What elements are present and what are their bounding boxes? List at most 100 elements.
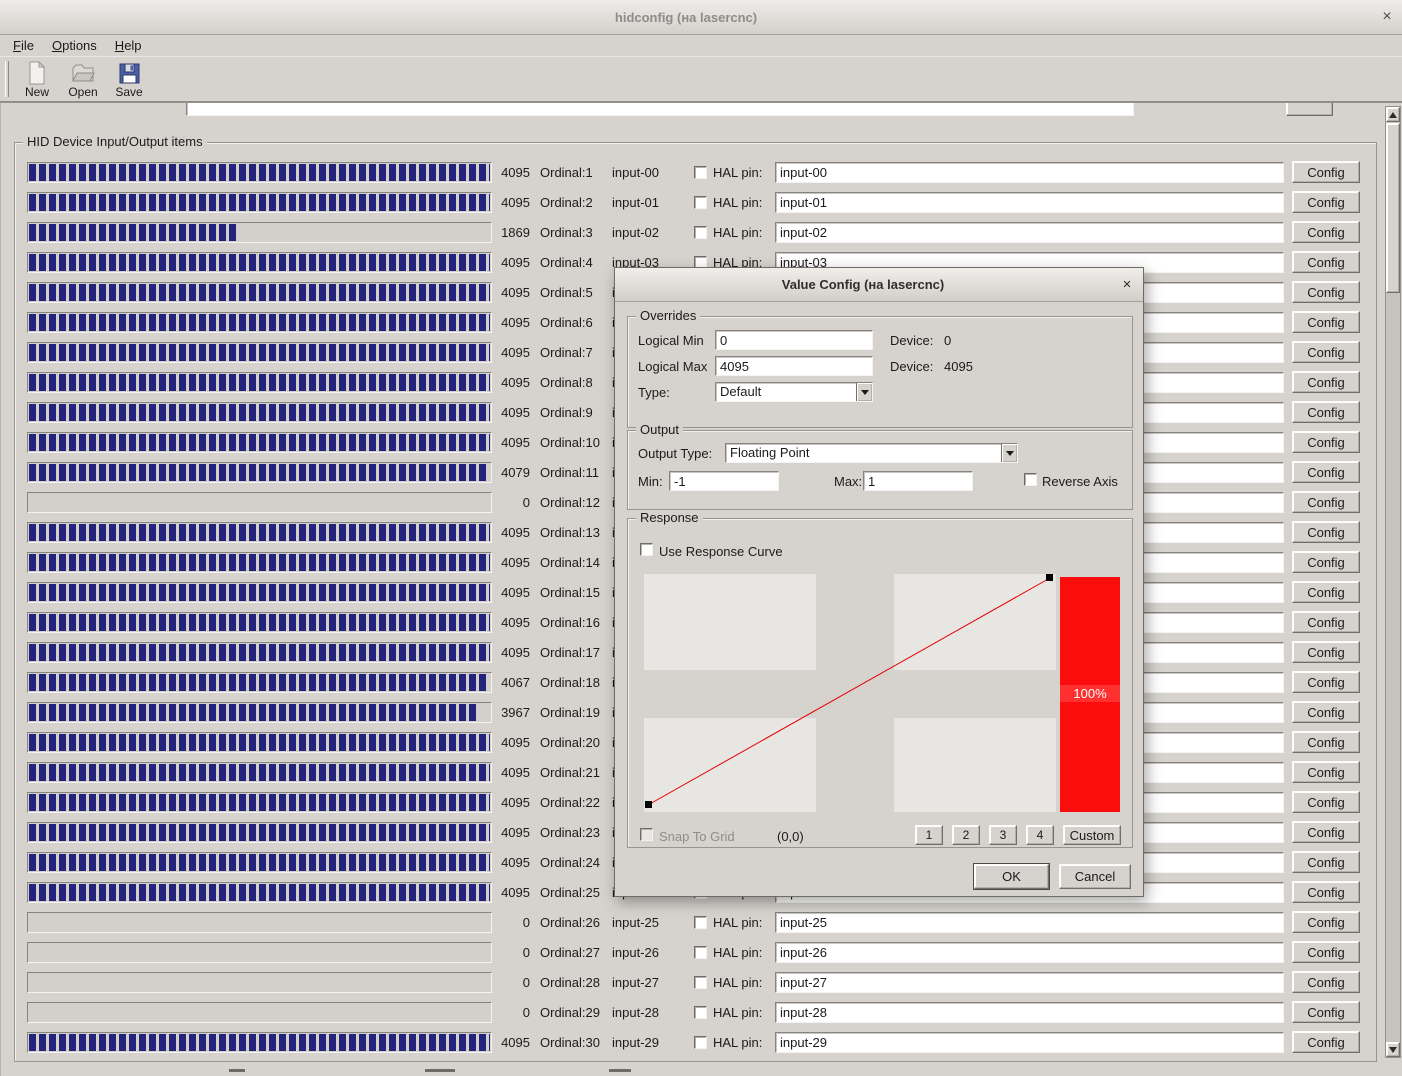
toolbar-button-save[interactable]: Save xyxy=(106,58,152,100)
config-button[interactable]: Config xyxy=(1292,431,1360,453)
row-value: 4095 xyxy=(501,434,530,450)
config-button[interactable]: Config xyxy=(1292,821,1360,843)
logical-min-input[interactable] xyxy=(715,330,873,350)
row-value: 4095 xyxy=(501,254,530,270)
config-button[interactable]: Config xyxy=(1292,341,1360,363)
config-button[interactable]: Config xyxy=(1292,911,1360,933)
down-arrow-icon xyxy=(1389,1046,1397,1053)
hal-pin-checkbox[interactable] xyxy=(694,1035,707,1049)
new-document-icon xyxy=(28,60,46,86)
value-bar-fill xyxy=(29,673,487,691)
response-frame-title: Response xyxy=(636,510,703,525)
reverse-axis-checkbox[interactable] xyxy=(1024,473,1037,486)
config-button[interactable]: Config xyxy=(1292,731,1360,753)
value-bar-fill xyxy=(29,463,489,481)
value-bar xyxy=(27,311,492,333)
preset-button-3[interactable]: 3 xyxy=(989,825,1017,845)
row-value: 1869 xyxy=(501,224,530,240)
vertical-scrollbar[interactable] xyxy=(1385,106,1401,1058)
app-window: hidconfig (на lasercnc) × File Options H… xyxy=(0,0,1402,1076)
config-button[interactable]: Config xyxy=(1292,581,1360,603)
hal-pin-entry[interactable] xyxy=(775,191,1284,213)
hal-pin-entry[interactable] xyxy=(775,911,1284,933)
ok-button[interactable]: OK xyxy=(973,863,1050,890)
config-button[interactable]: Config xyxy=(1292,461,1360,483)
hal-pin-checkbox[interactable] xyxy=(694,225,707,239)
config-button[interactable]: Config xyxy=(1292,491,1360,513)
config-button[interactable]: Config xyxy=(1292,371,1360,393)
config-button[interactable]: Config xyxy=(1292,281,1360,303)
hal-pin-label: HAL pin: xyxy=(713,1004,763,1020)
value-bar-fill xyxy=(29,373,490,391)
config-button[interactable]: Config xyxy=(1292,881,1360,903)
hal-pin-checkbox[interactable] xyxy=(694,945,707,959)
scrollbar-down-button[interactable] xyxy=(1386,1042,1400,1057)
config-button[interactable]: Config xyxy=(1292,401,1360,423)
config-button[interactable]: Config xyxy=(1292,791,1360,813)
config-button[interactable]: Config xyxy=(1292,641,1360,663)
device-min-label: Device: xyxy=(890,333,934,348)
logical-max-input[interactable] xyxy=(715,356,873,376)
hal-pin-entry[interactable] xyxy=(775,221,1284,243)
row-value: 4095 xyxy=(501,374,530,390)
preset-button-4[interactable]: 4 xyxy=(1026,825,1054,845)
config-button[interactable]: Config xyxy=(1292,1031,1360,1053)
menu-item-file[interactable]: File xyxy=(4,35,43,56)
hal-pin-entry[interactable] xyxy=(775,1001,1284,1023)
hal-pin-checkbox[interactable] xyxy=(694,195,707,209)
custom-button[interactable]: Custom xyxy=(1063,825,1121,845)
hal-pin-entry[interactable] xyxy=(775,971,1284,993)
output-min-input[interactable] xyxy=(669,471,779,491)
response-level-percent: 100% xyxy=(1060,685,1120,702)
hal-pin-entry[interactable] xyxy=(775,1031,1284,1053)
value-bar xyxy=(27,161,492,183)
config-button[interactable]: Config xyxy=(1292,221,1360,243)
hal-pin-checkbox[interactable] xyxy=(694,915,707,929)
config-button[interactable]: Config xyxy=(1292,161,1360,183)
scrollbar-thumb[interactable] xyxy=(1386,123,1400,293)
dialog-close-button[interactable]: × xyxy=(1111,276,1143,293)
scrollbar-up-button[interactable] xyxy=(1386,107,1400,122)
io-row: 1869 Ordinal:3 input-02 HAL pin: Config xyxy=(27,217,1368,247)
menu-item-options[interactable]: Options xyxy=(43,35,106,56)
config-button[interactable]: Config xyxy=(1292,551,1360,573)
output-max-input[interactable] xyxy=(863,471,973,491)
config-button[interactable]: Config xyxy=(1292,941,1360,963)
value-bar-fill xyxy=(29,763,490,781)
hal-pin-checkbox[interactable] xyxy=(694,1005,707,1019)
config-button[interactable]: Config xyxy=(1292,191,1360,213)
preset-button-2[interactable]: 2 xyxy=(952,825,980,845)
clipped-top-entry xyxy=(186,103,1134,116)
row-value: 4095 xyxy=(501,794,530,810)
type-dropdown[interactable]: Default xyxy=(715,382,873,402)
output-type-dropdown[interactable]: Floating Point xyxy=(725,443,1018,463)
config-button[interactable]: Config xyxy=(1292,701,1360,723)
config-button[interactable]: Config xyxy=(1292,671,1360,693)
response-frame: Response Use Response Curve 100% Snap To… xyxy=(627,510,1133,848)
config-button[interactable]: Config xyxy=(1292,1001,1360,1023)
window-close-button[interactable]: × xyxy=(1372,8,1402,26)
config-button[interactable]: Config xyxy=(1292,851,1360,873)
config-button[interactable]: Config xyxy=(1292,761,1360,783)
open-folder-icon xyxy=(71,60,95,86)
use-response-curve-checkbox[interactable] xyxy=(640,543,653,556)
row-value: 4095 xyxy=(501,284,530,300)
toolbar-button-open[interactable]: Open xyxy=(60,58,106,100)
config-button[interactable]: Config xyxy=(1292,521,1360,543)
row-value: 4095 xyxy=(501,524,530,540)
hal-pin-entry[interactable] xyxy=(775,941,1284,963)
cancel-button[interactable]: Cancel xyxy=(1059,864,1131,889)
config-button[interactable]: Config xyxy=(1292,311,1360,333)
config-button[interactable]: Config xyxy=(1292,251,1360,273)
menu-item-help[interactable]: Help xyxy=(106,35,151,56)
response-curve-graph[interactable] xyxy=(642,574,1056,812)
output-frame-title: Output xyxy=(636,422,684,437)
config-button[interactable]: Config xyxy=(1292,971,1360,993)
preset-button-1[interactable]: 1 xyxy=(915,825,943,845)
row-input-name: input-02 xyxy=(612,224,659,240)
toolbar-button-new[interactable]: New xyxy=(14,58,60,100)
hal-pin-checkbox[interactable] xyxy=(694,165,707,179)
hal-pin-entry[interactable] xyxy=(775,161,1284,183)
hal-pin-checkbox[interactable] xyxy=(694,975,707,989)
config-button[interactable]: Config xyxy=(1292,611,1360,633)
